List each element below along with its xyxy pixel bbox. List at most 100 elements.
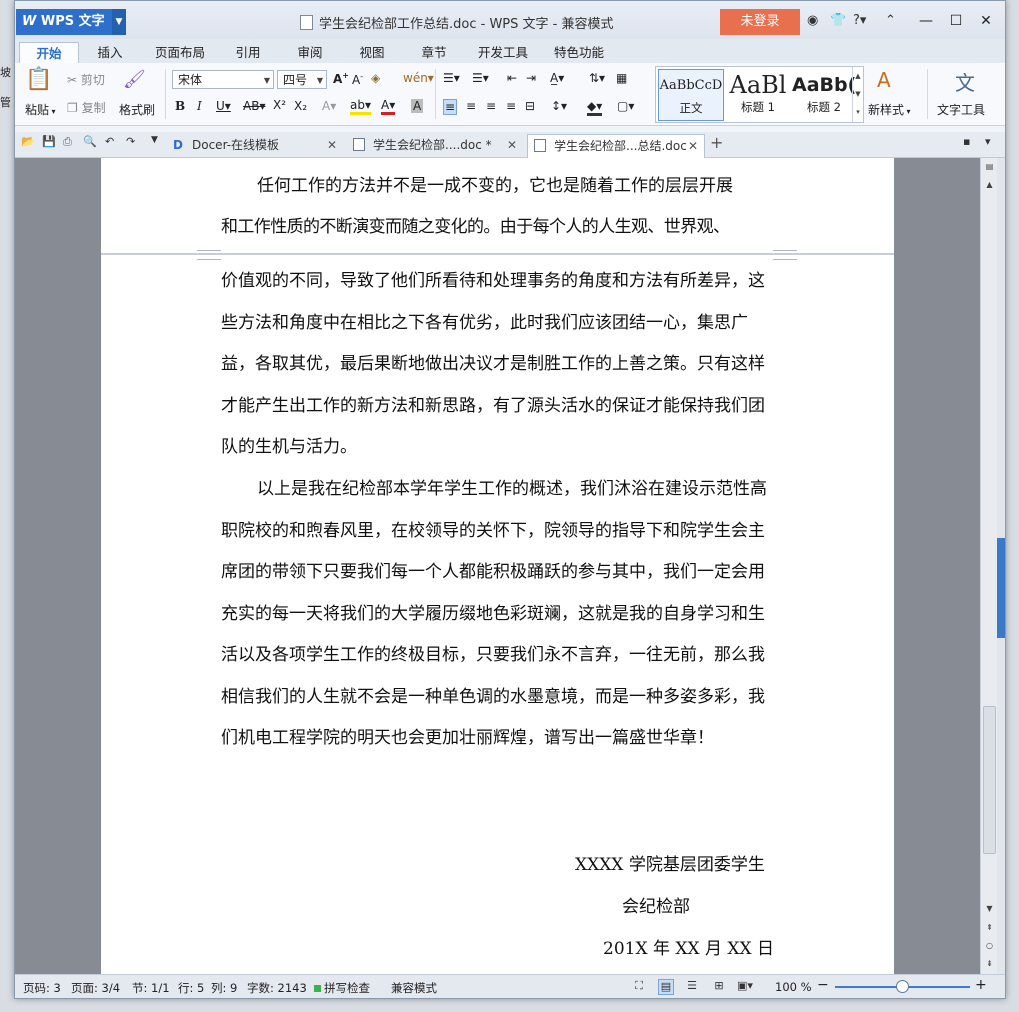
bold-button[interactable]: B <box>175 99 185 113</box>
select-browse-icon[interactable]: ○ <box>981 939 998 953</box>
save-icon[interactable]: 💾 <box>42 135 56 148</box>
skin-icon[interactable]: ◉ <box>807 13 818 28</box>
scroll-thumb[interactable] <box>983 706 996 854</box>
paragraph[interactable]: 价值观的不同，导致了他们所看待和处理事务的角度和方法有所差异，这些方法和角度中在… <box>221 261 781 469</box>
side-panel-toggle[interactable] <box>997 538 1005 638</box>
undo-icon[interactable]: ↶ <box>105 135 114 148</box>
outline-view-icon[interactable]: ☰ <box>685 979 699 993</box>
format-painter-button[interactable]: 格式刷 <box>119 101 155 118</box>
new-tab-button[interactable]: + <box>710 133 723 152</box>
tab-menu-icon[interactable]: ▾ <box>985 135 991 148</box>
paragraph[interactable]: 以上是我在纪检部本学年学生工作的概述，我们沐浴在建设示范性高职院校的和煦春风里，… <box>221 469 781 760</box>
char-shading-icon[interactable]: A <box>411 99 424 113</box>
new-style-icon[interactable]: A <box>877 68 891 92</box>
zoom-level[interactable]: 100 % <box>775 980 812 994</box>
signature-line[interactable]: XXXX 学院基层团委学生 <box>575 850 765 875</box>
bullet-list-icon[interactable]: ☰▾ <box>443 71 460 85</box>
tab-references[interactable]: 引用 <box>225 42 271 63</box>
borders-icon[interactable]: ▢▾ <box>617 99 634 113</box>
login-button[interactable]: 未登录 <box>720 9 800 35</box>
align-right-button[interactable]: ≡ <box>486 99 496 113</box>
superscript-button[interactable]: X² <box>273 98 286 112</box>
zoom-in-button[interactable]: + <box>975 977 987 993</box>
shrink-font-icon[interactable]: A- <box>352 72 363 87</box>
side-panel-bar[interactable] <box>997 158 1005 974</box>
justify-button[interactable]: ≡ <box>506 99 516 113</box>
vertical-scrollbar[interactable]: ▤ ▲ ▼ ⇞ ○ ⇟ <box>980 158 998 974</box>
fullscreen-view-icon[interactable]: ⛶ <box>632 979 646 993</box>
decrease-indent-icon[interactable]: ⇤ <box>507 71 517 85</box>
app-menu-button[interactable]: W WPS 文字 ▼ <box>16 9 126 35</box>
distribute-button[interactable]: ⊟ <box>525 99 535 113</box>
scroll-down-button[interactable]: ▼ <box>981 902 998 916</box>
doc-tab-active[interactable]: 学生会纪检部...总结.doc ✕ <box>527 134 705 158</box>
tab-page-layout[interactable]: 页面布局 <box>147 42 213 63</box>
split-view-icon[interactable]: ▤ <box>981 160 998 174</box>
page-view-icon[interactable]: ▤ <box>658 979 674 995</box>
text-tools-button[interactable]: 文字工具 <box>937 101 985 118</box>
text-direction-icon[interactable]: A̲▾ <box>550 71 564 85</box>
zoom-slider-knob[interactable] <box>896 980 909 993</box>
cut-button[interactable]: ✂ 剪切 <box>67 71 105 88</box>
grow-font-icon[interactable]: A+ <box>333 71 349 86</box>
tab-view[interactable]: 视图 <box>349 42 395 63</box>
font-name-select[interactable]: 宋体 ▼ <box>172 70 274 89</box>
tab-home[interactable]: 开始 <box>19 42 79 64</box>
zoom-out-button[interactable]: − <box>817 977 829 993</box>
print-icon[interactable]: ⎙ <box>63 135 72 149</box>
help-icon[interactable]: ?▾ <box>853 13 866 28</box>
shirt-icon[interactable]: 👕 <box>830 13 846 28</box>
pinyin-icon[interactable]: wén▾ <box>403 71 434 85</box>
style-heading-1[interactable]: AaBl 标题 1 <box>726 69 790 119</box>
copy-button[interactable]: ❐ 复制 <box>67 99 106 116</box>
scroll-up-button[interactable]: ▲ <box>981 178 998 192</box>
previous-page-icon[interactable]: ⇞ <box>981 921 998 935</box>
sort-icon[interactable]: ⇅▾ <box>589 71 605 85</box>
maximize-button[interactable]: ☐ <box>941 9 971 33</box>
next-page-icon[interactable]: ⇟ <box>981 957 998 971</box>
shading-icon[interactable]: ◆▾ <box>587 99 603 116</box>
tab-special[interactable]: 特色功能 <box>547 42 611 63</box>
increase-indent-icon[interactable]: ⇥ <box>526 71 536 85</box>
text-effect-icon[interactable]: A▾ <box>322 99 336 113</box>
italic-button[interactable]: I <box>197 99 202 113</box>
minimize-button[interactable]: — <box>911 9 941 33</box>
redo-icon[interactable]: ↷ <box>126 135 135 148</box>
paste-button[interactable]: 粘贴 ▾ <box>25 101 56 118</box>
clear-format-icon[interactable]: ◈ <box>371 71 380 85</box>
subscript-button[interactable]: X₂ <box>294 99 307 113</box>
customize-toolbar-icon[interactable]: ▼ <box>151 135 158 145</box>
tab-developer[interactable]: 开发工具 <box>473 42 533 63</box>
paste-icon[interactable]: 📋 <box>25 67 52 92</box>
print-preview-icon[interactable]: 🔍 <box>83 135 97 148</box>
strikethrough-button[interactable]: AB▾ <box>243 99 265 113</box>
tab-chapter[interactable]: 章节 <box>411 42 457 63</box>
style-heading-2[interactable]: AaBb( 标题 2 <box>792 69 856 119</box>
signature-line[interactable]: 会纪检部 <box>622 892 690 917</box>
font-size-select[interactable]: 四号 ▼ <box>277 70 327 89</box>
document-area[interactable]: 任何工作的方法并不是一成不变的，它也是随着工作的层层开展 和工作性质的不断演变而… <box>15 158 980 974</box>
paragraph-line[interactable]: 任何工作的方法并不是一成不变的，它也是随着工作的层层开展 <box>221 166 781 208</box>
collapse-ribbon-icon[interactable]: ⌃ <box>885 13 896 28</box>
line-spacing-icon[interactable]: ↕▾ <box>551 99 567 113</box>
tab-list-icon[interactable]: ▪ <box>963 135 970 148</box>
tab-insert[interactable]: 插入 <box>85 42 135 63</box>
close-button[interactable]: ✕ <box>971 9 1001 33</box>
web-view-icon[interactable]: ⊞ <box>712 979 726 993</box>
text-tools-icon[interactable]: 文 <box>955 67 975 96</box>
date-line[interactable]: 201X 年 XX 月 XX 日 <box>603 934 774 959</box>
style-normal[interactable]: AaBbCcD 正文 <box>658 69 724 121</box>
format-painter-icon[interactable]: 🖌 <box>123 69 146 90</box>
align-center-button[interactable]: ≡ <box>466 99 476 113</box>
table-grid-icon[interactable]: ▦ <box>616 71 627 85</box>
new-style-button[interactable]: 新样式 ▾ <box>868 101 911 118</box>
numbered-list-icon[interactable]: ☰▾ <box>472 71 489 85</box>
reading-view-icon[interactable]: ▣▾ <box>737 979 753 993</box>
styles-scroll[interactable]: ▲ ▼ ▾ <box>852 67 863 122</box>
underline-button[interactable]: U▾ <box>216 99 231 113</box>
align-left-button[interactable]: ≡ <box>443 99 458 115</box>
status-word-count[interactable]: 字数: 2143 <box>247 980 307 996</box>
open-icon[interactable]: 📂 <box>21 135 35 148</box>
chevron-down-icon[interactable]: ▼ <box>112 9 126 35</box>
spell-check-toggle[interactable]: 拼写检查 <box>314 980 370 996</box>
